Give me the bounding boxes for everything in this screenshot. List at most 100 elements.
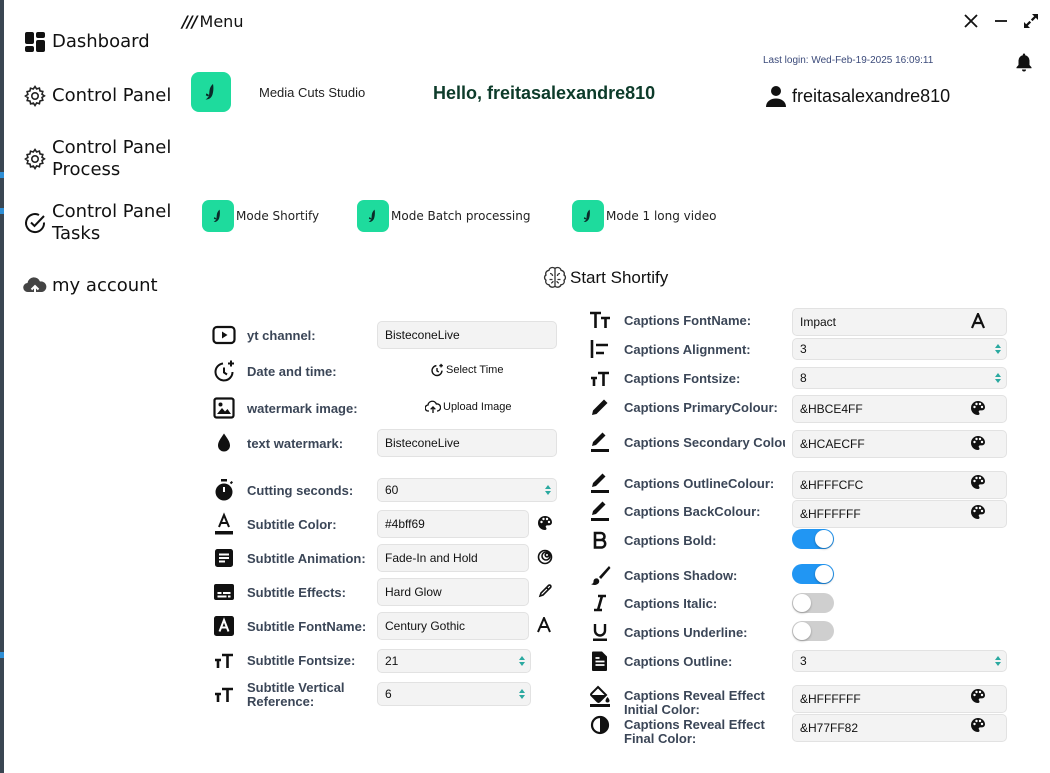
- logo-icon: [357, 200, 389, 232]
- gear-icon: [22, 146, 48, 172]
- palette-icon: [971, 689, 985, 703]
- spin-arrows-icon[interactable]: [519, 689, 525, 699]
- sidebar-item-control-panel[interactable]: Control Panel: [22, 83, 171, 109]
- greeting: Hello, freitasalexandre810: [433, 83, 656, 103]
- captions-primary-label: Captions PrimaryColour:: [624, 400, 778, 415]
- subtitle-color-label: Subtitle Color:: [247, 517, 337, 532]
- brush-icon: [587, 562, 613, 588]
- pencil-icon: [587, 394, 613, 420]
- subtitle-vertical-spinbox[interactable]: 6: [377, 682, 531, 706]
- captions-outline-spinbox[interactable]: 3: [792, 650, 1007, 672]
- gear-icon: [22, 83, 48, 109]
- captions-italic-label: Captions Italic:: [624, 596, 718, 611]
- palette-icon: [971, 505, 985, 519]
- captions-bold-label: Captions Bold:: [624, 533, 717, 548]
- captions-primary-picker-button[interactable]: [967, 397, 989, 419]
- captions-alignment-spinbox[interactable]: 3: [792, 338, 1007, 360]
- captions-back-picker-button[interactable]: [967, 501, 989, 523]
- captions-secondary-picker-button[interactable]: [967, 432, 989, 454]
- dashboard-icon: [22, 29, 48, 55]
- subtitle-animation-label: Subtitle Animation:: [247, 551, 366, 566]
- subtitle-effects-label: Subtitle Effects:: [247, 585, 346, 600]
- captions-shadow-label: Captions Shadow:: [624, 568, 738, 583]
- spin-arrows-icon[interactable]: [995, 373, 1001, 383]
- captions-shadow-toggle[interactable]: [792, 564, 834, 584]
- minimize-button[interactable]: [990, 10, 1012, 32]
- upload-image-button[interactable]: Upload Image: [425, 400, 512, 414]
- pencil-underline-icon: [587, 470, 613, 496]
- captions-bold-toggle[interactable]: [792, 529, 834, 549]
- close-icon: [964, 14, 978, 28]
- subtitle-color-picker-button[interactable]: [534, 512, 556, 534]
- spin-arrows-icon[interactable]: [995, 344, 1001, 354]
- start-shortify-button[interactable]: Start Shortify: [542, 265, 668, 291]
- mode-batch-button[interactable]: Mode Batch processing: [357, 200, 531, 232]
- font-icon: [211, 613, 237, 639]
- captions-fontsize-spinbox[interactable]: 8: [792, 367, 1007, 389]
- captions-outline-colour-picker-button[interactable]: [967, 471, 989, 493]
- yt-channel-input[interactable]: BisteconeLive: [377, 321, 557, 349]
- subtitle-effects-select[interactable]: Hard Glow: [377, 578, 529, 606]
- maximize-button[interactable]: [1020, 10, 1042, 32]
- subtitle-color-input[interactable]: #4bff69: [377, 510, 529, 538]
- close-button[interactable]: [960, 10, 982, 32]
- subtitle-font-picker-button[interactable]: [533, 614, 555, 636]
- underline-icon: [587, 619, 613, 645]
- sidebar-item-control-panel-tasks[interactable]: Control Panel Tasks: [22, 201, 171, 245]
- subtitle-fontname-label: Subtitle FontName:: [247, 619, 367, 634]
- font-a-icon: [537, 617, 551, 633]
- logo-icon: [205, 84, 214, 100]
- text-watermark-input[interactable]: BisteconeLive: [377, 429, 557, 457]
- palette-icon: [538, 516, 552, 530]
- captions-underline-toggle[interactable]: [792, 621, 834, 641]
- sidebar-item-dashboard[interactable]: Dashboard: [22, 29, 150, 55]
- sidebar-item-my-account[interactable]: my account: [22, 273, 158, 299]
- captions-italic-toggle[interactable]: [792, 593, 834, 613]
- captions-font-picker-button[interactable]: [967, 310, 989, 332]
- cutting-seconds-spinbox[interactable]: 60: [377, 478, 557, 502]
- mode-label: Mode Batch processing: [391, 209, 531, 223]
- subtitle-animation-select[interactable]: Fade-In and Hold: [377, 544, 529, 572]
- animation-icon: [537, 549, 553, 565]
- captions-underline-label: Captions Underline:: [624, 625, 748, 640]
- captions-back-label: Captions BackColour:: [624, 504, 761, 519]
- document-icon: [587, 648, 613, 674]
- text-size-icon: [211, 681, 237, 707]
- captions-alignment-value: 3: [800, 342, 807, 356]
- user-profile[interactable]: freitasalexandre810: [764, 84, 950, 108]
- subtitle-effects-button[interactable]: [534, 580, 556, 602]
- notification-bell[interactable]: [1015, 52, 1033, 76]
- select-time-label: Select Time: [446, 364, 504, 376]
- captions-secondary-label: Captions Secondary Colou: [624, 436, 785, 450]
- toggle-knob: [793, 622, 811, 640]
- captions-reveal-initial-picker-button[interactable]: [967, 685, 989, 707]
- subtitle-animation-button[interactable]: [534, 546, 556, 568]
- date-time-label: Date and time:: [247, 364, 337, 379]
- palette-icon: [971, 718, 985, 732]
- pencil-underline-icon: [587, 429, 613, 455]
- subtitle-fontsize-spinbox[interactable]: 21: [377, 649, 531, 673]
- captions-fontname-label: Captions FontName:: [624, 313, 752, 328]
- mode-shortify-button[interactable]: Mode Shortify: [202, 200, 319, 232]
- spin-arrows-icon[interactable]: [995, 656, 1001, 666]
- clock-plus-icon: [211, 358, 237, 384]
- subtitles-icon: [211, 579, 237, 605]
- sidebar-item-label: my account: [52, 275, 158, 296]
- captions-outline-label: Captions Outline:: [624, 654, 733, 669]
- bell-icon: [1016, 53, 1032, 72]
- mode-long-video-button[interactable]: Mode 1 long video: [572, 200, 716, 232]
- check-circle-icon: [22, 210, 48, 236]
- spin-arrows-icon[interactable]: [545, 485, 551, 495]
- sidebar-item-control-panel-process[interactable]: Control Panel Process: [22, 137, 171, 181]
- minimize-icon: [995, 20, 1007, 22]
- cutting-seconds-label: Cutting seconds:: [247, 483, 354, 498]
- select-time-button[interactable]: Select Time: [430, 363, 503, 377]
- subtitle-fontname-input[interactable]: Century Gothic: [377, 612, 529, 640]
- captions-reveal-final-label: Captions Reveal Effect Final Color:: [624, 717, 765, 746]
- captions-reveal-final-picker-button[interactable]: [967, 714, 989, 736]
- upload-image-label: Upload Image: [443, 401, 512, 413]
- start-label: Start Shortify: [570, 268, 669, 287]
- spin-arrows-icon[interactable]: [519, 656, 525, 666]
- mode-label: Mode 1 long video: [606, 209, 717, 223]
- menu-toggle[interactable]: /// Menu: [182, 12, 243, 31]
